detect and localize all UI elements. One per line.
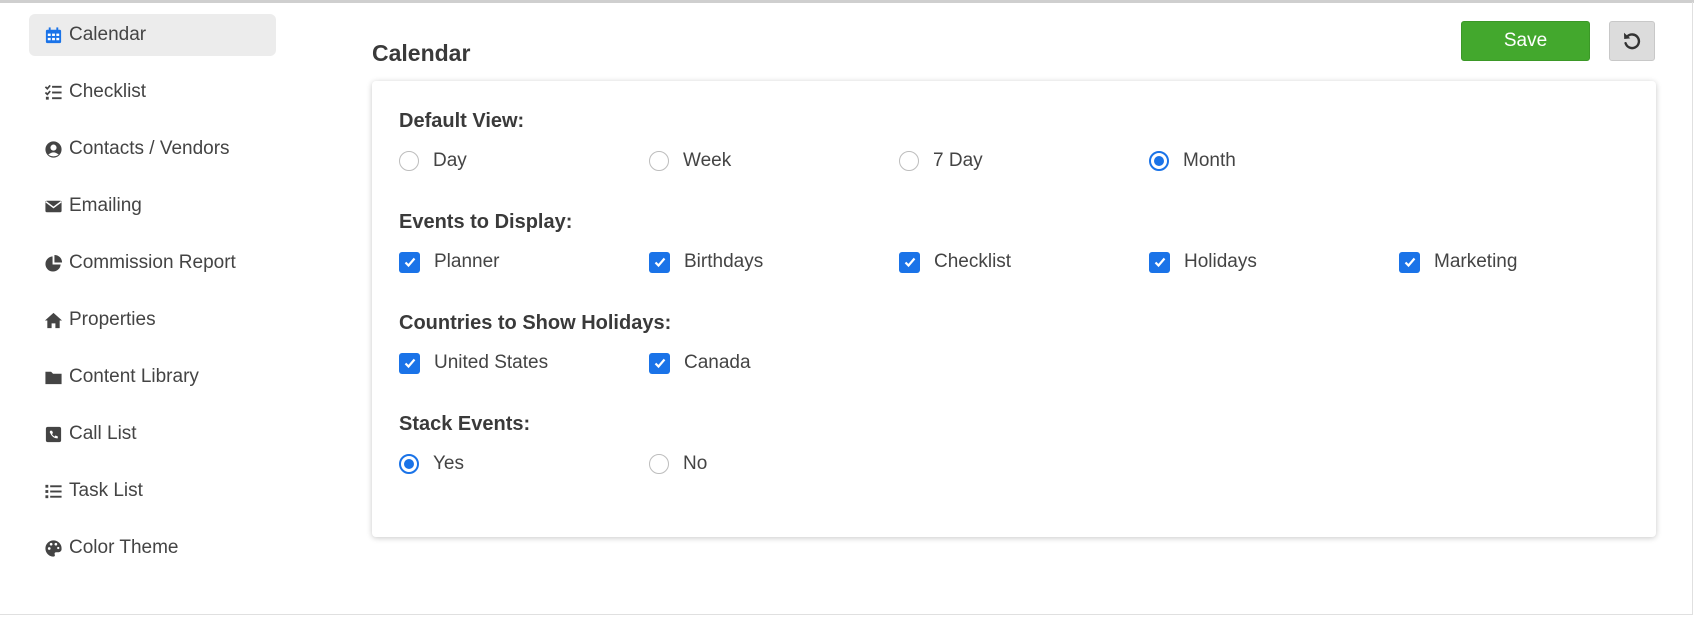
events-to-display-label: Events to Display: <box>399 211 573 233</box>
option-label: Planner <box>434 251 500 272</box>
sidebar-item-task-list[interactable]: Task List <box>29 470 276 512</box>
radio-week[interactable]: Week <box>649 150 731 172</box>
sidebar-item-properties[interactable]: Properties <box>29 299 276 341</box>
stack-events-label: Stack Events: <box>399 413 531 435</box>
user-circle-icon <box>43 139 63 159</box>
checkbox-holidays[interactable]: Holidays <box>1149 251 1257 273</box>
option-label: Holidays <box>1184 251 1257 272</box>
calendar-icon <box>43 25 63 45</box>
sidebar-item-commission-report[interactable]: Commission Report <box>29 242 276 284</box>
page-title: Calendar <box>372 40 471 66</box>
sidebar-item-checklist[interactable]: Checklist <box>29 71 276 113</box>
undo-icon <box>1621 30 1643 52</box>
sidebar-item-calendar[interactable]: Calendar <box>29 14 276 56</box>
palette-icon <box>43 538 63 558</box>
radio-button[interactable] <box>399 151 419 171</box>
radio-yes[interactable]: Yes <box>399 453 464 475</box>
checkbox-checked[interactable] <box>649 352 670 374</box>
option-label: United States <box>434 352 549 373</box>
home-icon <box>43 310 63 330</box>
option-label: Month <box>1183 150 1236 171</box>
calendar-settings-card: Default View: Day Week 7 Day Month Event… <box>372 81 1656 537</box>
phone-square-icon <box>43 424 63 444</box>
checkbox-checklist[interactable]: Checklist <box>899 251 1011 273</box>
folder-icon <box>43 367 63 387</box>
option-label: Yes <box>433 453 464 474</box>
sidebar-item-label: Commission Report <box>69 252 236 273</box>
check-icon <box>404 358 415 369</box>
sidebar-item-content-library[interactable]: Content Library <box>29 356 276 398</box>
radio-no[interactable]: No <box>649 453 707 475</box>
sidebar-item-label: Call List <box>69 423 137 444</box>
radio-button-selected[interactable] <box>399 454 419 474</box>
sidebar-item-label: Content Library <box>69 366 199 387</box>
sidebar: Calendar Checklist Contacts / Vendors Em… <box>29 14 276 584</box>
check-icon <box>654 358 665 369</box>
checklist-icon <box>43 82 63 102</box>
option-label: Marketing <box>1434 251 1518 272</box>
option-label: 7 Day <box>933 150 983 171</box>
sidebar-item-emailing[interactable]: Emailing <box>29 185 276 227</box>
list-icon <box>43 481 63 501</box>
checkbox-birthdays[interactable]: Birthdays <box>649 251 763 273</box>
option-label: Week <box>683 150 732 171</box>
check-icon <box>654 257 665 268</box>
check-icon <box>1154 257 1165 268</box>
sidebar-item-label: Task List <box>69 480 143 501</box>
checkbox-checked[interactable] <box>399 251 420 273</box>
checkbox-checked[interactable] <box>899 251 920 273</box>
default-view-label: Default View: <box>399 110 525 132</box>
radio-month[interactable]: Month <box>1149 150 1236 172</box>
sidebar-item-label: Color Theme <box>69 537 179 558</box>
radio-button[interactable] <box>649 454 669 474</box>
pie-chart-icon <box>43 253 63 273</box>
radio-button-selected[interactable] <box>1149 151 1169 171</box>
countries-label: Countries to Show Holidays: <box>399 312 672 334</box>
envelope-icon <box>43 196 63 216</box>
sidebar-item-color-theme[interactable]: Color Theme <box>29 527 276 569</box>
checkbox-marketing[interactable]: Marketing <box>1399 251 1517 273</box>
option-label: Day <box>433 150 467 171</box>
checkbox-united-states[interactable]: United States <box>399 352 548 374</box>
checkbox-planner[interactable]: Planner <box>399 251 500 273</box>
sidebar-item-contacts[interactable]: Contacts / Vendors <box>29 128 276 170</box>
save-button[interactable]: Save <box>1461 21 1590 61</box>
sidebar-item-label: Emailing <box>69 195 142 216</box>
sidebar-item-label: Properties <box>69 309 156 330</box>
option-label: No <box>683 453 708 474</box>
check-icon <box>1404 257 1415 268</box>
sidebar-item-label: Contacts / Vendors <box>69 138 230 159</box>
option-label: Canada <box>684 352 751 373</box>
radio-7-day[interactable]: 7 Day <box>899 150 983 172</box>
checkbox-canada[interactable]: Canada <box>649 352 751 374</box>
sidebar-item-label: Calendar <box>69 24 147 45</box>
option-label: Checklist <box>934 251 1012 272</box>
radio-button[interactable] <box>899 151 919 171</box>
check-icon <box>404 257 415 268</box>
sidebar-item-call-list[interactable]: Call List <box>29 413 276 455</box>
sidebar-item-label: Checklist <box>69 81 147 102</box>
checkbox-checked[interactable] <box>399 352 420 374</box>
radio-button[interactable] <box>649 151 669 171</box>
checkbox-checked[interactable] <box>1399 251 1420 273</box>
check-icon <box>904 257 915 268</box>
reset-button[interactable] <box>1609 21 1655 61</box>
option-label: Birthdays <box>684 251 764 272</box>
radio-day[interactable]: Day <box>399 150 467 172</box>
checkbox-checked[interactable] <box>649 251 670 273</box>
checkbox-checked[interactable] <box>1149 251 1170 273</box>
